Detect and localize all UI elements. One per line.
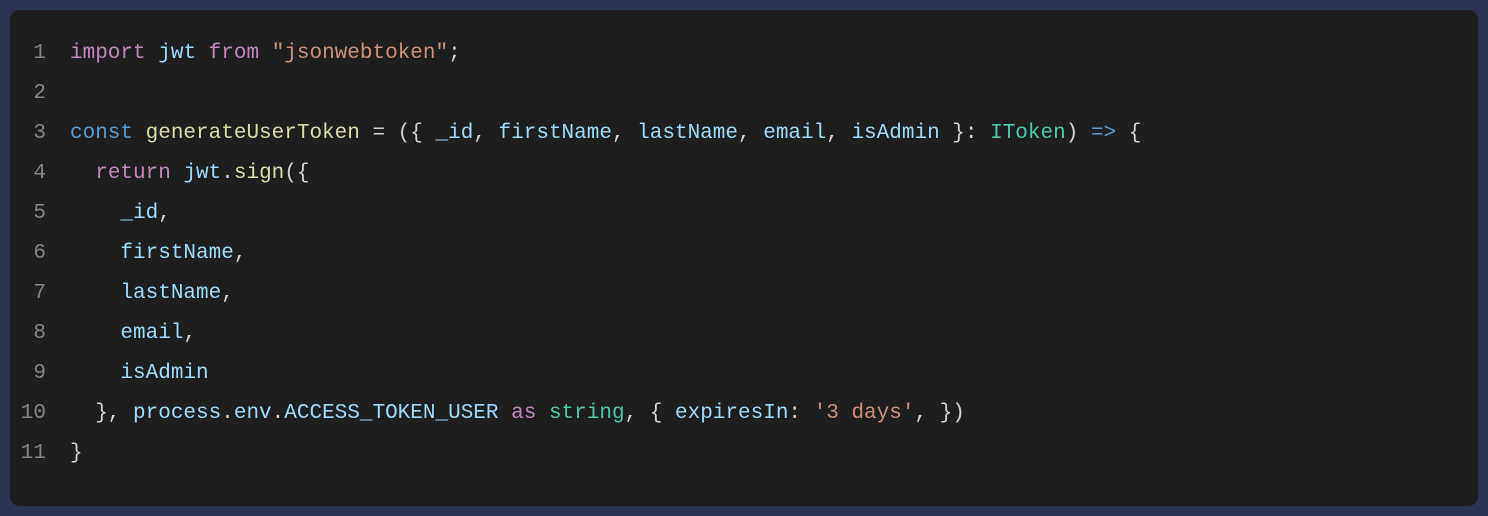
code-line[interactable]: 4 return jwt.sign({ — [10, 154, 1478, 194]
line-number: 8 — [10, 314, 70, 354]
code-token: }, — [70, 402, 133, 425]
code-token: } — [70, 442, 83, 465]
code-content[interactable]: firstName, — [70, 234, 246, 274]
code-token — [133, 122, 146, 145]
code-line[interactable]: 11} — [10, 434, 1478, 474]
code-token: => — [1091, 122, 1116, 145]
code-token: email — [763, 122, 826, 145]
code-content[interactable]: } — [70, 434, 83, 474]
code-token: ({ — [284, 162, 309, 185]
code-content[interactable]: import jwt from "jsonwebtoken"; — [70, 34, 461, 74]
code-token: jwt — [183, 162, 221, 185]
code-token: , — [738, 122, 763, 145]
code-token: , }) — [914, 402, 964, 425]
code-token: : — [788, 402, 813, 425]
code-token: , — [158, 202, 171, 225]
code-content[interactable]: email, — [70, 314, 196, 354]
line-number: 7 — [10, 274, 70, 314]
code-token: env — [234, 402, 272, 425]
code-line[interactable]: 2 — [10, 74, 1478, 114]
code-token: . — [221, 162, 234, 185]
code-content[interactable]: return jwt.sign({ — [70, 154, 310, 194]
code-token: ACCESS_TOKEN_USER — [284, 402, 498, 425]
code-token — [70, 242, 120, 265]
code-token: return — [95, 162, 171, 185]
code-token — [536, 402, 549, 425]
code-token: _id — [120, 202, 158, 225]
code-content[interactable]: isAdmin — [70, 354, 209, 394]
code-token: process — [133, 402, 221, 425]
line-number: 9 — [10, 354, 70, 394]
line-number: 11 — [10, 434, 70, 474]
code-token: , — [183, 322, 196, 345]
code-token: expiresIn — [675, 402, 788, 425]
line-number: 4 — [10, 154, 70, 194]
code-line[interactable]: 5 _id, — [10, 194, 1478, 234]
code-content[interactable]: _id, — [70, 194, 171, 234]
code-token: "jsonwebtoken" — [272, 42, 448, 65]
code-editor[interactable]: 1import jwt from "jsonwebtoken";23const … — [10, 10, 1478, 506]
code-line[interactable]: 10 }, process.env.ACCESS_TOKEN_USER as s… — [10, 394, 1478, 434]
code-token: _id — [436, 122, 474, 145]
code-content[interactable]: }, process.env.ACCESS_TOKEN_USER as stri… — [70, 394, 965, 434]
code-token: , — [612, 122, 637, 145]
code-token — [70, 322, 120, 345]
code-token — [146, 42, 159, 65]
code-token: import — [70, 42, 146, 65]
code-line[interactable]: 8 email, — [10, 314, 1478, 354]
code-token: . — [221, 402, 234, 425]
code-token: isAdmin — [851, 122, 939, 145]
code-token: }: — [940, 122, 990, 145]
code-token: from — [209, 42, 259, 65]
line-number: 2 — [10, 74, 70, 114]
code-content[interactable]: lastName, — [70, 274, 234, 314]
code-line[interactable]: 1import jwt from "jsonwebtoken"; — [10, 34, 1478, 74]
line-number: 1 — [10, 34, 70, 74]
code-token: firstName — [499, 122, 612, 145]
code-token — [70, 282, 120, 305]
code-token — [499, 402, 512, 425]
code-token — [196, 42, 209, 65]
code-token: isAdmin — [120, 362, 208, 385]
code-line[interactable]: 3const generateUserToken = ({ _id, first… — [10, 114, 1478, 154]
code-token — [70, 162, 95, 185]
line-number: 5 — [10, 194, 70, 234]
line-number: 3 — [10, 114, 70, 154]
code-token: ; — [448, 42, 461, 65]
code-token: generateUserToken — [146, 122, 360, 145]
code-line[interactable]: 6 firstName, — [10, 234, 1478, 274]
code-token: . — [272, 402, 285, 425]
code-token: IToken — [990, 122, 1066, 145]
code-token: jwt — [158, 42, 196, 65]
line-number: 6 — [10, 234, 70, 274]
code-token: lastName — [120, 282, 221, 305]
code-token: as — [511, 402, 536, 425]
code-token: sign — [234, 162, 284, 185]
code-token: , — [826, 122, 851, 145]
code-line[interactable]: 7 lastName, — [10, 274, 1478, 314]
line-number: 10 — [10, 394, 70, 434]
code-token: firstName — [120, 242, 233, 265]
code-token: email — [120, 322, 183, 345]
code-token: const — [70, 122, 133, 145]
code-token: lastName — [637, 122, 738, 145]
code-token — [171, 162, 184, 185]
code-token: string — [549, 402, 625, 425]
code-token: = ({ — [360, 122, 436, 145]
code-token: { — [1116, 122, 1141, 145]
code-line[interactable]: 9 isAdmin — [10, 354, 1478, 394]
code-content[interactable]: const generateUserToken = ({ _id, firstN… — [70, 114, 1141, 154]
code-token — [70, 362, 120, 385]
code-token: '3 days' — [814, 402, 915, 425]
code-token: , — [221, 282, 234, 305]
code-token — [259, 42, 272, 65]
code-token — [70, 202, 120, 225]
code-token: , { — [625, 402, 675, 425]
code-token: , — [473, 122, 498, 145]
code-token: ) — [1066, 122, 1091, 145]
code-token: , — [234, 242, 247, 265]
